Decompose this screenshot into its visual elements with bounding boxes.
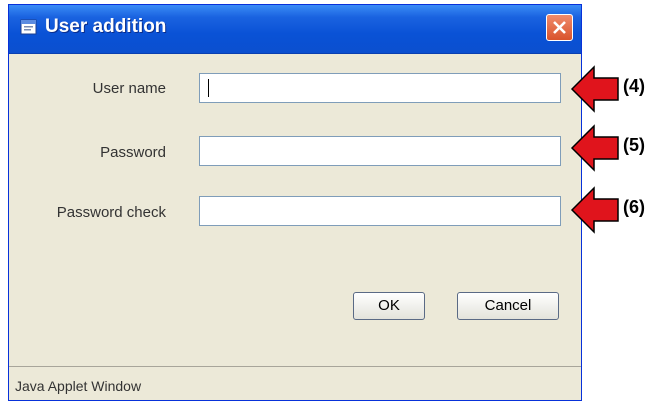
password-check-label: Password check [56, 204, 166, 221]
applet-icon [19, 17, 39, 37]
status-bar: Java Applet Window [9, 366, 581, 400]
arrow-left-icon [570, 65, 619, 113]
close-icon [553, 21, 566, 34]
password-input[interactable] [199, 136, 561, 166]
close-button[interactable] [546, 14, 573, 41]
dialog-title: User addition [45, 16, 167, 37]
arrow-left-icon [570, 186, 619, 234]
dialog-window: User addition User name Password Passwor… [8, 4, 582, 401]
user-name-label: User name [92, 80, 166, 97]
arrow-left-icon [570, 124, 619, 172]
password-check-input[interactable] [199, 196, 561, 226]
callout-label: (5) [623, 135, 645, 155]
title-bar[interactable]: User addition [9, 5, 581, 54]
callout-label: (4) [623, 76, 645, 96]
callout-6: (6) [570, 185, 660, 235]
callout-5: (5) [570, 123, 660, 173]
password-label: Password [100, 144, 166, 161]
cancel-button[interactable]: Cancel [457, 292, 559, 320]
status-text: Java Applet Window [15, 378, 142, 394]
ok-button[interactable]: OK [353, 292, 425, 320]
callout-label: (6) [623, 197, 645, 217]
text-caret [208, 79, 209, 97]
callout-4: (4) [570, 64, 660, 114]
user-name-input[interactable] [199, 73, 561, 103]
